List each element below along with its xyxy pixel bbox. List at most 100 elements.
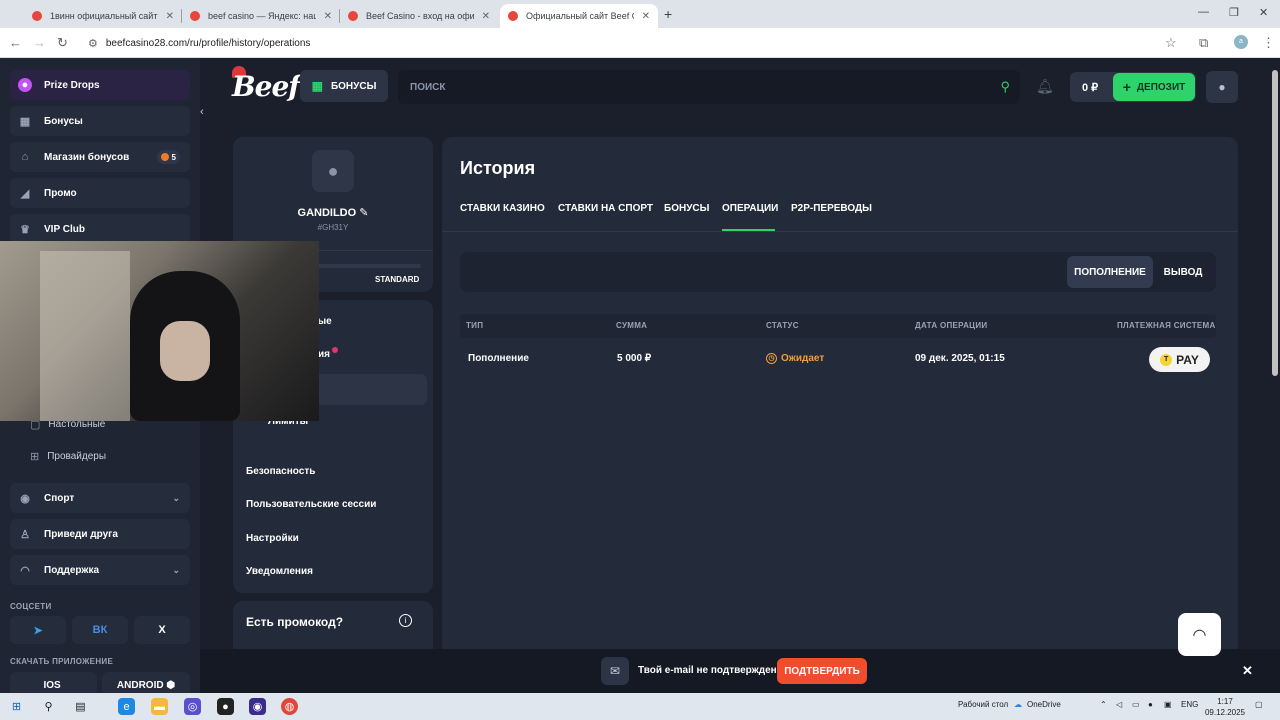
new-tab-icon[interactable]: + — [664, 6, 672, 22]
tab-p2p-transfers[interactable]: P2P-ПЕРЕВОДЫ — [791, 203, 872, 214]
volume-icon[interactable]: ◁ — [1116, 700, 1122, 709]
sport-ball-icon: ◉ — [20, 492, 30, 505]
tabs-divider — [442, 231, 1238, 232]
tab-sport-bets[interactable]: СТАВКИ НА СПОРТ — [558, 203, 653, 214]
app-icon[interactable]: ● — [217, 698, 234, 715]
browser-menu-icon[interactable]: ⋮ — [1262, 35, 1275, 51]
yandex-favicon-icon — [32, 11, 42, 21]
row-type: Пополнение — [468, 353, 529, 364]
edge-icon[interactable]: e — [118, 698, 135, 715]
x-button[interactable]: X — [134, 616, 190, 644]
collapse-sidebar-icon[interactable]: ‹ — [200, 106, 204, 118]
tab-bonuses[interactable]: БОНУСЫ — [664, 203, 709, 214]
desktop-toolbar[interactable]: Рабочий стол — [958, 700, 1008, 709]
user-plus-icon: ♙ — [20, 528, 30, 541]
gift-icon: ▦ — [19, 115, 31, 128]
minimize-icon[interactable]: — — [1198, 6, 1209, 18]
search-icon[interactable]: ⚲ — [1000, 79, 1010, 95]
sidebar-item-sport[interactable]: ◉ Спорт ⌄ — [10, 483, 190, 513]
network-icon[interactable]: ▣ — [1164, 700, 1172, 709]
sidebar-item-bonuses[interactable]: ▦ Бонусы — [10, 106, 190, 136]
close-tab-icon[interactable]: ✕ — [324, 11, 332, 22]
browser-tab-4-active[interactable]: Официальный сайт Beef Casin ✕ — [500, 4, 658, 28]
bonuses-button[interactable]: ▦ БОНУСЫ — [300, 70, 388, 102]
sidebar-sub-providers[interactable]: ⊞ Провайдеры — [30, 450, 106, 463]
telegram-button[interactable]: ➤ — [10, 616, 66, 644]
profile-menu-sessions[interactable]: Пользовательские сессии — [246, 499, 376, 510]
sidebar-item-vip-club[interactable]: ♛ VIP Club — [10, 214, 190, 244]
discord-icon[interactable]: ◎ — [184, 698, 201, 715]
back-icon[interactable]: ← — [9, 35, 22, 50]
search-input[interactable] — [398, 70, 978, 104]
sidebar-item-bonus-shop[interactable]: ⌂ Магазин бонусов 5 — [10, 142, 190, 172]
tray-chevron-up-icon[interactable]: ⌃ — [1100, 700, 1107, 709]
notifications-center-icon[interactable]: ▢ — [1255, 700, 1263, 709]
taskbar-search-icon[interactable]: ⚲ — [40, 698, 57, 715]
windows-taskbar: ⊞ ⚲ ▤ e ▬ ◎ ● ◉ ◍ Рабочий стол ☁ OneDriv… — [0, 693, 1280, 720]
reload-icon[interactable]: ↻ — [57, 35, 68, 51]
chrome-icon[interactable]: ◍ — [281, 698, 298, 715]
profile-avatar[interactable]: ● — [312, 150, 354, 192]
page-title: История — [460, 158, 536, 178]
onedrive-label[interactable]: OneDrive — [1027, 700, 1061, 709]
webcam-face — [160, 321, 210, 381]
profile-menu-notifications[interactable]: Уведомления — [246, 566, 313, 577]
tab-operations[interactable]: ОПЕРАЦИИ — [722, 203, 778, 214]
android-app-button[interactable]: ANDROID ⬢ — [102, 672, 190, 693]
address-bar[interactable]: ⚙ beefcasino28.com/ru/profile/history/op… — [80, 31, 1190, 55]
column-amount: СУММА — [616, 321, 648, 330]
battery-icon[interactable]: ▭ — [1132, 700, 1140, 709]
filter-withdraw-button[interactable]: ВЫВОД — [1156, 256, 1210, 288]
filter-deposit-button[interactable]: ПОПОЛНЕНИЕ — [1067, 256, 1153, 288]
bookmark-star-icon[interactable]: ☆ — [1165, 35, 1177, 51]
tab-casino-bets[interactable]: СТАВКИ КАЗИНО — [460, 203, 545, 214]
file-explorer-icon[interactable]: ▬ — [151, 698, 168, 715]
taskbar-clock[interactable]: 1:17 09.12.2025 — [1200, 696, 1250, 718]
close-tab-icon[interactable]: ✕ — [482, 11, 490, 22]
obs-icon[interactable]: ◉ — [249, 698, 266, 715]
page-scrollbar[interactable] — [1270, 58, 1280, 649]
extensions-icon[interactable]: ⧉ — [1199, 35, 1208, 51]
user-menu-button[interactable]: ● — [1206, 71, 1238, 103]
confirm-email-button[interactable]: ПОДТВЕРДИТЬ — [777, 658, 867, 684]
edit-pencil-icon[interactable]: ✎ — [359, 207, 368, 219]
close-tab-icon[interactable]: ✕ — [642, 11, 650, 22]
browser-tab-2[interactable]: beef casino — Яндекс: нашлос ✕ — [182, 4, 340, 28]
active-tab-indicator — [722, 229, 775, 231]
chevron-down-icon: ⌄ — [172, 564, 180, 575]
language-indicator[interactable]: ENG — [1181, 700, 1198, 709]
restore-icon[interactable]: ❐ — [1229, 6, 1239, 19]
support-chat-button[interactable]: ◠ — [1178, 613, 1221, 656]
close-banner-icon[interactable]: ✕ — [1242, 663, 1253, 679]
task-view-icon[interactable]: ▤ — [72, 698, 89, 715]
site-info-icon[interactable]: ⚙ — [88, 37, 98, 50]
browser-tab-1[interactable]: 1винн официальный сайт — Я ✕ — [24, 4, 182, 28]
sidebar-item-invite-friend[interactable]: ♙ Приведи друга — [10, 519, 190, 549]
sidebar-item-promo[interactable]: ◢ Промо — [10, 178, 190, 208]
profile-menu-security[interactable]: Безопасность — [246, 466, 315, 477]
ios-app-button[interactable]: IOS — [10, 672, 97, 693]
socials-heading: СОЦСЕТИ — [10, 602, 52, 611]
prize-drops-icon: ● — [18, 78, 32, 92]
beef-logo[interactable]: Beef — [232, 70, 300, 103]
forward-icon[interactable]: → — [33, 35, 46, 50]
browser-profile-avatar[interactable]: a — [1234, 35, 1248, 49]
bonus-shop-badge: 5 — [156, 150, 180, 164]
browser-tab-3[interactable]: Beef Casino - вход на официа ✕ — [340, 4, 498, 28]
deposit-button[interactable]: + ДЕПОЗИТ — [1113, 73, 1195, 101]
mic-icon[interactable]: ● — [1148, 700, 1153, 709]
scrollbar-thumb[interactable] — [1272, 70, 1278, 376]
windows-start-icon[interactable]: ⊞ — [8, 698, 25, 715]
close-window-icon[interactable]: ✕ — [1259, 6, 1268, 19]
user-icon: ● — [1218, 80, 1226, 94]
profile-menu-partial-2[interactable]: ия — [318, 349, 330, 360]
sidebar-item-prize-drops[interactable]: ● Prize Drops — [10, 70, 190, 100]
info-icon[interactable]: i — [399, 614, 412, 627]
notifications-bell-icon[interactable]: 🔔︎ — [1036, 78, 1054, 95]
onedrive-icon[interactable]: ☁ — [1014, 700, 1022, 709]
sidebar-item-support[interactable]: ◠ Поддержка ⌄ — [10, 555, 190, 585]
close-tab-icon[interactable]: ✕ — [166, 11, 174, 22]
column-status: СТАТУС — [766, 321, 799, 330]
vk-button[interactable]: ВК — [72, 616, 128, 644]
profile-menu-settings[interactable]: Настройки — [246, 533, 299, 544]
